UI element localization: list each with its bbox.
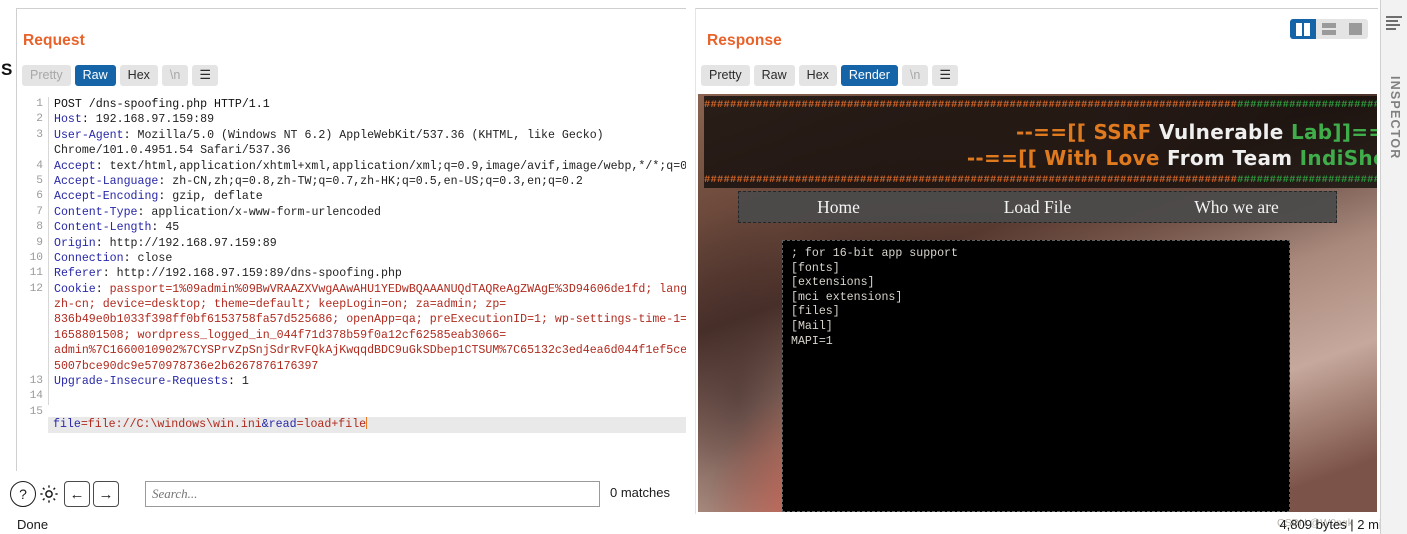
console-line: [fonts] — [791, 261, 840, 275]
layout-split-vertical-button[interactable] — [1290, 19, 1316, 39]
request-pane: Request Pretty Raw Hex \n ☰ 1 2 3 4 5 6 7 8 … — [17, 8, 691, 472]
search-input[interactable] — [145, 481, 600, 507]
gear-icon[interactable] — [37, 482, 61, 506]
request-line-cont: admin%7C1660010902%7CYSPrvZpSnjSdrRvFQkA… — [54, 344, 691, 358]
response-panel-title: Response — [707, 32, 782, 49]
console-line: [extensions] — [791, 276, 875, 290]
left-edge-strip: S — [0, 0, 17, 534]
request-line-cont: zh-cn; device=desktop; theme=default; ke… — [54, 298, 507, 312]
request-line-cont: 5007bce90dc9e570978736e2b6267876176397 — [54, 359, 319, 373]
banner-hash-rule-bottom: ########################################… — [704, 174, 1377, 186]
burp-suite-window: S Request Pretty Raw Hex \n ☰ 1 2 3 4 5 6 7 … — [0, 0, 1407, 534]
request-editor[interactable]: 1 2 3 4 5 6 7 8 9 10 11 12 13 14 15 POST… — [17, 94, 691, 472]
tab-request-pretty[interactable]: Pretty — [22, 65, 71, 86]
tab-response-render[interactable]: Render — [840, 65, 898, 86]
window-top-strip — [0, 0, 1380, 7]
layout-toggle-group — [1290, 19, 1368, 39]
search-prev-button[interactable]: ← — [64, 481, 90, 507]
single-pane-icon — [1348, 23, 1362, 35]
tab-request-newline[interactable]: \n — [161, 65, 189, 86]
inspector-icon[interactable] — [1386, 16, 1402, 30]
request-line: Host: 192.168.97.159:89 — [54, 113, 215, 127]
tab-request-raw[interactable]: Raw — [74, 65, 116, 86]
request-view-tabs: Pretty Raw Hex \n ☰ — [22, 65, 222, 86]
nav-link-load-file[interactable]: Load File — [938, 197, 1137, 218]
request-line-blank — [54, 389, 691, 404]
response-pane: Response Pretty Raw Hex Render \n ☰ #########… — [695, 8, 1378, 529]
response-render-view[interactable]: ########################################… — [698, 94, 1377, 512]
request-line: Referer: http://192.168.97.159:89/dns-sp… — [54, 267, 402, 281]
pane-splitter[interactable] — [686, 8, 1378, 513]
search-next-button[interactable]: → — [93, 481, 119, 507]
tab-response-newline[interactable]: \n — [901, 65, 929, 86]
request-status-text: Done — [17, 517, 49, 532]
text-caret — [366, 417, 368, 429]
request-line-cont: 1658801508; wordpress_logged_in_044f71d3… — [54, 328, 507, 342]
banner-line-1: --==[[ SSRF Vulnerable Lab]]==- — [1015, 120, 1377, 144]
tab-request-hex[interactable]: Hex — [119, 65, 158, 86]
tab-response-raw[interactable]: Raw — [753, 65, 795, 86]
search-match-count: 0 matches — [610, 485, 670, 500]
request-line: POST /dns-spoofing.php HTTP/1.1 — [54, 98, 270, 111]
inspector-label: INSPECTOR — [1388, 76, 1402, 160]
nav-link-who-we-are[interactable]: Who we are — [1137, 197, 1336, 218]
request-line-numbers: 1 2 3 4 5 6 7 8 9 10 11 12 13 14 15 — [29, 98, 43, 418]
file-output-console: ; for 16-bit app support [fonts] [extens… — [782, 240, 1290, 512]
tab-response-hex[interactable]: Hex — [798, 65, 837, 86]
layout-split-horizontal-button[interactable] — [1316, 19, 1342, 39]
split-vertical-icon — [1296, 22, 1310, 36]
response-view-tabs: Pretty Raw Hex Render \n ☰ — [701, 65, 962, 86]
banner-line-2: --==[[ With Love From Team IndiShel — [966, 146, 1377, 170]
request-line-cont: 836b49e0b1033f398ff0bf6153758fa57d525686… — [54, 313, 688, 327]
help-icon[interactable]: ? — [10, 481, 36, 507]
split-horizontal-icon — [1322, 23, 1336, 35]
request-panel-title: Request — [23, 32, 85, 49]
request-line-cont: Chrome/101.0.4951.54 Safari/537.36 — [54, 144, 291, 158]
request-code-column: POST /dns-spoofing.php HTTP/1.1 Host: 19… — [48, 97, 691, 405]
request-line: Accept-Language: zh-CN,zh;q=0.8,zh-TW;q=… — [54, 174, 583, 188]
console-line: MAPI=1 — [791, 334, 833, 348]
request-line: Accept-Encoding: gzip, deflate — [54, 190, 263, 204]
search-bar: ? ←→ 0 matches — [10, 481, 690, 511]
console-line: [Mail] — [791, 319, 833, 333]
request-line: Content-Type: application/x-www-form-url… — [54, 205, 382, 219]
clipped-edge-letter: S — [1, 60, 13, 79]
request-line: Content-Length: 45 — [54, 221, 180, 235]
request-line: Origin: http://192.168.97.159:89 — [54, 236, 277, 250]
request-line: Upgrade-Insecure-Requests: 1 — [54, 375, 249, 389]
tab-response-pretty[interactable]: Pretty — [701, 65, 750, 86]
response-menu-icon[interactable]: ☰ — [932, 65, 958, 86]
console-line: ; for 16-bit app support — [791, 247, 958, 260]
request-body-line[interactable]: file=file://C:\windows\win.ini&read=load… — [53, 417, 368, 433]
request-line: User-Agent: Mozilla/5.0 (Windows NT 6.2)… — [54, 128, 604, 142]
request-menu-icon[interactable]: ☰ — [192, 65, 218, 86]
console-line: [mci extensions] — [791, 290, 903, 304]
console-line: [files] — [791, 305, 840, 319]
request-line: Accept: text/html,application/xhtml+xml,… — [54, 159, 691, 173]
request-line: Cookie: passport=1%09admin%09BwVRAAZXVwg… — [54, 282, 691, 296]
nav-link-home[interactable]: Home — [739, 197, 938, 218]
layout-single-pane-button[interactable] — [1342, 19, 1368, 39]
request-line: Connection: close — [54, 251, 173, 265]
banner-hash-rule-top: ########################################… — [704, 99, 1377, 111]
inspector-panel-collapsed[interactable]: INSPECTOR — [1380, 0, 1407, 534]
site-navbar: Home Load File Who we are — [738, 191, 1337, 223]
ssrf-banner: ########################################… — [704, 96, 1377, 188]
